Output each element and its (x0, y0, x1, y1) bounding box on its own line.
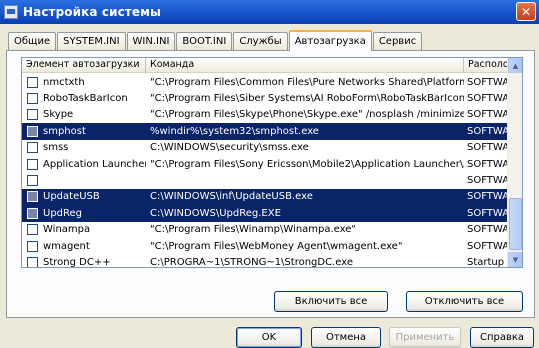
startup-item-location: SOFTWA (467, 207, 508, 219)
list-item[interactable]: smphost %windir%\system32\smphost.exe SOFT… (22, 123, 508, 140)
startup-item-location: SOFTWA (467, 142, 508, 154)
startup-item-name: Skype (43, 109, 74, 121)
startup-item-checkbox[interactable] (27, 175, 38, 187)
tab-win-ini[interactable]: WIN.INI (126, 32, 176, 50)
tab-strip: Общие SYSTEM.INI WIN.INI BOOT.INI Службы… (8, 30, 423, 51)
startup-item-cell: Winampa (22, 224, 146, 236)
list-item[interactable]: Winampa "C:\Program Files\Winamp\Winampa.… (22, 222, 508, 238)
startup-item-location: SOFTWA (467, 158, 508, 170)
startup-list[interactable]: Элемент автозагрузки Команда Располо nmc… (21, 57, 523, 268)
startup-item-name: Application Launcher (43, 158, 146, 170)
cancel-button[interactable]: Отмена (311, 327, 381, 348)
startup-item-checkbox[interactable] (27, 76, 38, 88)
startup-item-location: SOFTWA (467, 109, 508, 121)
startup-item-location: SOFTWA (467, 125, 508, 137)
tab-general[interactable]: Общие (8, 32, 57, 50)
list-item[interactable]: RoboTaskBarIcon "C:\Program Files\Siber S… (22, 90, 508, 106)
list-item[interactable]: Application Launcher "C:\Program Files\So… (22, 156, 508, 172)
list-item[interactable]: SOFTWA (22, 172, 508, 188)
enable-all-button[interactable]: Включить все (274, 291, 388, 312)
startup-item-name: nmctxth (43, 76, 85, 88)
startup-item-command: C:\WINDOWS\security\smss.exe (150, 142, 309, 154)
scroll-down-icon[interactable]: ▼ (508, 252, 522, 267)
startup-item-cell: nmctxth (22, 76, 146, 88)
startup-item-command: "C:\Program Files\Common Files\Pure Netw… (150, 76, 464, 88)
startup-item-checkbox[interactable] (27, 240, 38, 252)
list-item[interactable]: wmagent "C:\Program Files\WebMoney Agent\… (22, 238, 508, 254)
startup-item-cell: Skype (22, 109, 146, 121)
startup-item-command: %windir%\system32\smphost.exe (150, 125, 319, 137)
startup-item-name: Winampa (43, 224, 91, 236)
list-item[interactable]: Skype "C:\Program Files\Skype\Phone\Skype… (22, 107, 508, 123)
list-rows: nmctxth "C:\Program Files\Common Files\Pu… (22, 74, 508, 268)
startup-item-location: SOFTWA (467, 240, 508, 252)
apply-button[interactable]: Применить (389, 327, 461, 348)
startup-item-name: smss (43, 142, 69, 154)
list-item[interactable]: nmctxth "C:\Program Files\Common Files\Pu… (22, 74, 508, 90)
startup-item-command: C:\WINDOWS\inf\UpdateUSB.exe (150, 191, 313, 203)
startup-item-name: smphost (43, 125, 86, 137)
tab-tools[interactable]: Сервис (372, 32, 423, 50)
startup-item-cell: RoboTaskBarIcon (22, 93, 146, 105)
window-title: Настройка системы (23, 5, 161, 19)
startup-item-command: "C:\Program Files\Winamp\Winampa.exe" (150, 224, 357, 236)
startup-item-checkbox[interactable] (27, 256, 38, 267)
startup-item-name: Strong DC++ (43, 256, 111, 268)
list-item[interactable]: Strong DC++ C:\PROGRA~1\STRONG~1\StrongDC… (22, 254, 508, 268)
startup-item-cell: smss (22, 142, 146, 154)
startup-item-command: C:\WINDOWS\UpdReg.EXE (150, 207, 281, 219)
startup-item-checkbox[interactable] (27, 224, 38, 236)
list-item[interactable]: UpdReg C:\WINDOWS\UpdReg.EXE SOFTWA (22, 205, 508, 222)
startup-item-cell: wmagent (22, 240, 146, 252)
startup-item-location: SOFTWA (467, 191, 508, 203)
startup-item-name: RoboTaskBarIcon (43, 93, 128, 105)
startup-item-cell: Application Launcher (22, 158, 146, 170)
startup-item-checkbox[interactable] (27, 191, 38, 203)
startup-item-location: SOFTWA (467, 93, 508, 105)
tab-system-ini[interactable]: SYSTEM.INI (57, 32, 126, 50)
startup-item-name: UpdReg (43, 207, 83, 219)
startup-item-location: SOFTWA (467, 175, 508, 187)
startup-item-command: "C:\Program Files\Skype\Phone\Skype.exe"… (150, 109, 464, 121)
startup-item-name: UpdateUSB (43, 191, 100, 203)
ok-button[interactable]: OK (236, 327, 302, 348)
close-button[interactable]: ✕ (516, 2, 536, 21)
startup-item-checkbox[interactable] (27, 142, 38, 154)
startup-item-command: "C:\Program Files\Siber Systems\AI RoboF… (150, 93, 464, 105)
startup-item-name: wmagent (43, 240, 90, 252)
tab-services[interactable]: Службы (233, 32, 288, 50)
scroll-thumb[interactable] (509, 198, 522, 250)
startup-item-cell: smphost (22, 125, 146, 137)
startup-item-checkbox[interactable] (27, 158, 38, 170)
startup-item-cell: UpdReg (22, 207, 146, 219)
column-header-startup-item[interactable]: Элемент автозагрузки (22, 58, 146, 73)
list-item[interactable]: smss C:\WINDOWS\security\smss.exe SOFTWA (22, 140, 508, 156)
startup-item-checkbox[interactable] (27, 93, 38, 105)
vertical-scrollbar[interactable]: ▲ ▼ (507, 58, 522, 267)
startup-item-cell: UpdateUSB (22, 191, 146, 203)
startup-item-cell: Strong DC++ (22, 256, 146, 268)
title-bar: Настройка системы ✕ (0, 0, 539, 24)
startup-item-location: Startup (467, 256, 505, 268)
startup-item-command: C:\PROGRA~1\STRONG~1\StrongDC.exe (150, 256, 353, 268)
list-header: Элемент автозагрузки Команда Располо (22, 58, 508, 73)
startup-item-location: SOFTWA (467, 76, 508, 88)
list-item[interactable]: UpdateUSB C:\WINDOWS\inf\UpdateUSB.exe SOF… (22, 188, 508, 206)
help-button[interactable]: Справка (470, 327, 534, 348)
startup-item-checkbox[interactable] (27, 207, 38, 219)
column-header-location[interactable]: Располо (464, 58, 508, 73)
window-icon (4, 5, 18, 19)
scroll-up-icon[interactable]: ▲ (508, 58, 522, 73)
column-header-command[interactable]: Команда (146, 58, 464, 73)
tab-startup[interactable]: Автозагрузка (288, 30, 372, 51)
tab-boot-ini[interactable]: BOOT.INI (176, 32, 233, 50)
startup-item-command: "C:\Program Files\Sony Ericsson\Mobile2\… (150, 158, 464, 170)
disable-all-button[interactable]: Отключить все (406, 291, 523, 312)
startup-item-location: SOFTWA (467, 224, 508, 236)
startup-item-command: "C:\Program Files\WebMoney Agent\wmagent… (150, 240, 403, 252)
startup-item-checkbox[interactable] (27, 125, 38, 137)
startup-item-checkbox[interactable] (27, 109, 38, 121)
startup-item-cell (22, 175, 146, 187)
